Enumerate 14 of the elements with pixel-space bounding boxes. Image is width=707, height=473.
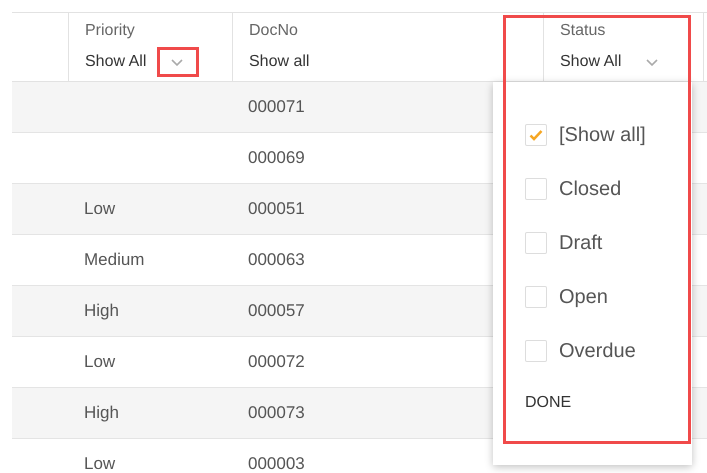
- table-cell: High: [84, 403, 119, 423]
- table-cell: 000072: [248, 352, 305, 372]
- table-cell: Low: [84, 454, 116, 473]
- table-cell: Medium: [84, 250, 144, 270]
- table-cell: 000003: [248, 454, 305, 473]
- table-cell: 000071: [248, 97, 305, 117]
- table-cell: 000073: [248, 403, 305, 423]
- table-cell: 000057: [248, 301, 305, 321]
- table-cell: Low: [84, 352, 116, 372]
- table-cell: 000069: [248, 148, 305, 168]
- table-cell: 000051: [248, 199, 305, 219]
- table-cell: 000063: [248, 250, 305, 270]
- table-cell: High: [84, 301, 119, 321]
- table-cell: Low: [84, 199, 116, 219]
